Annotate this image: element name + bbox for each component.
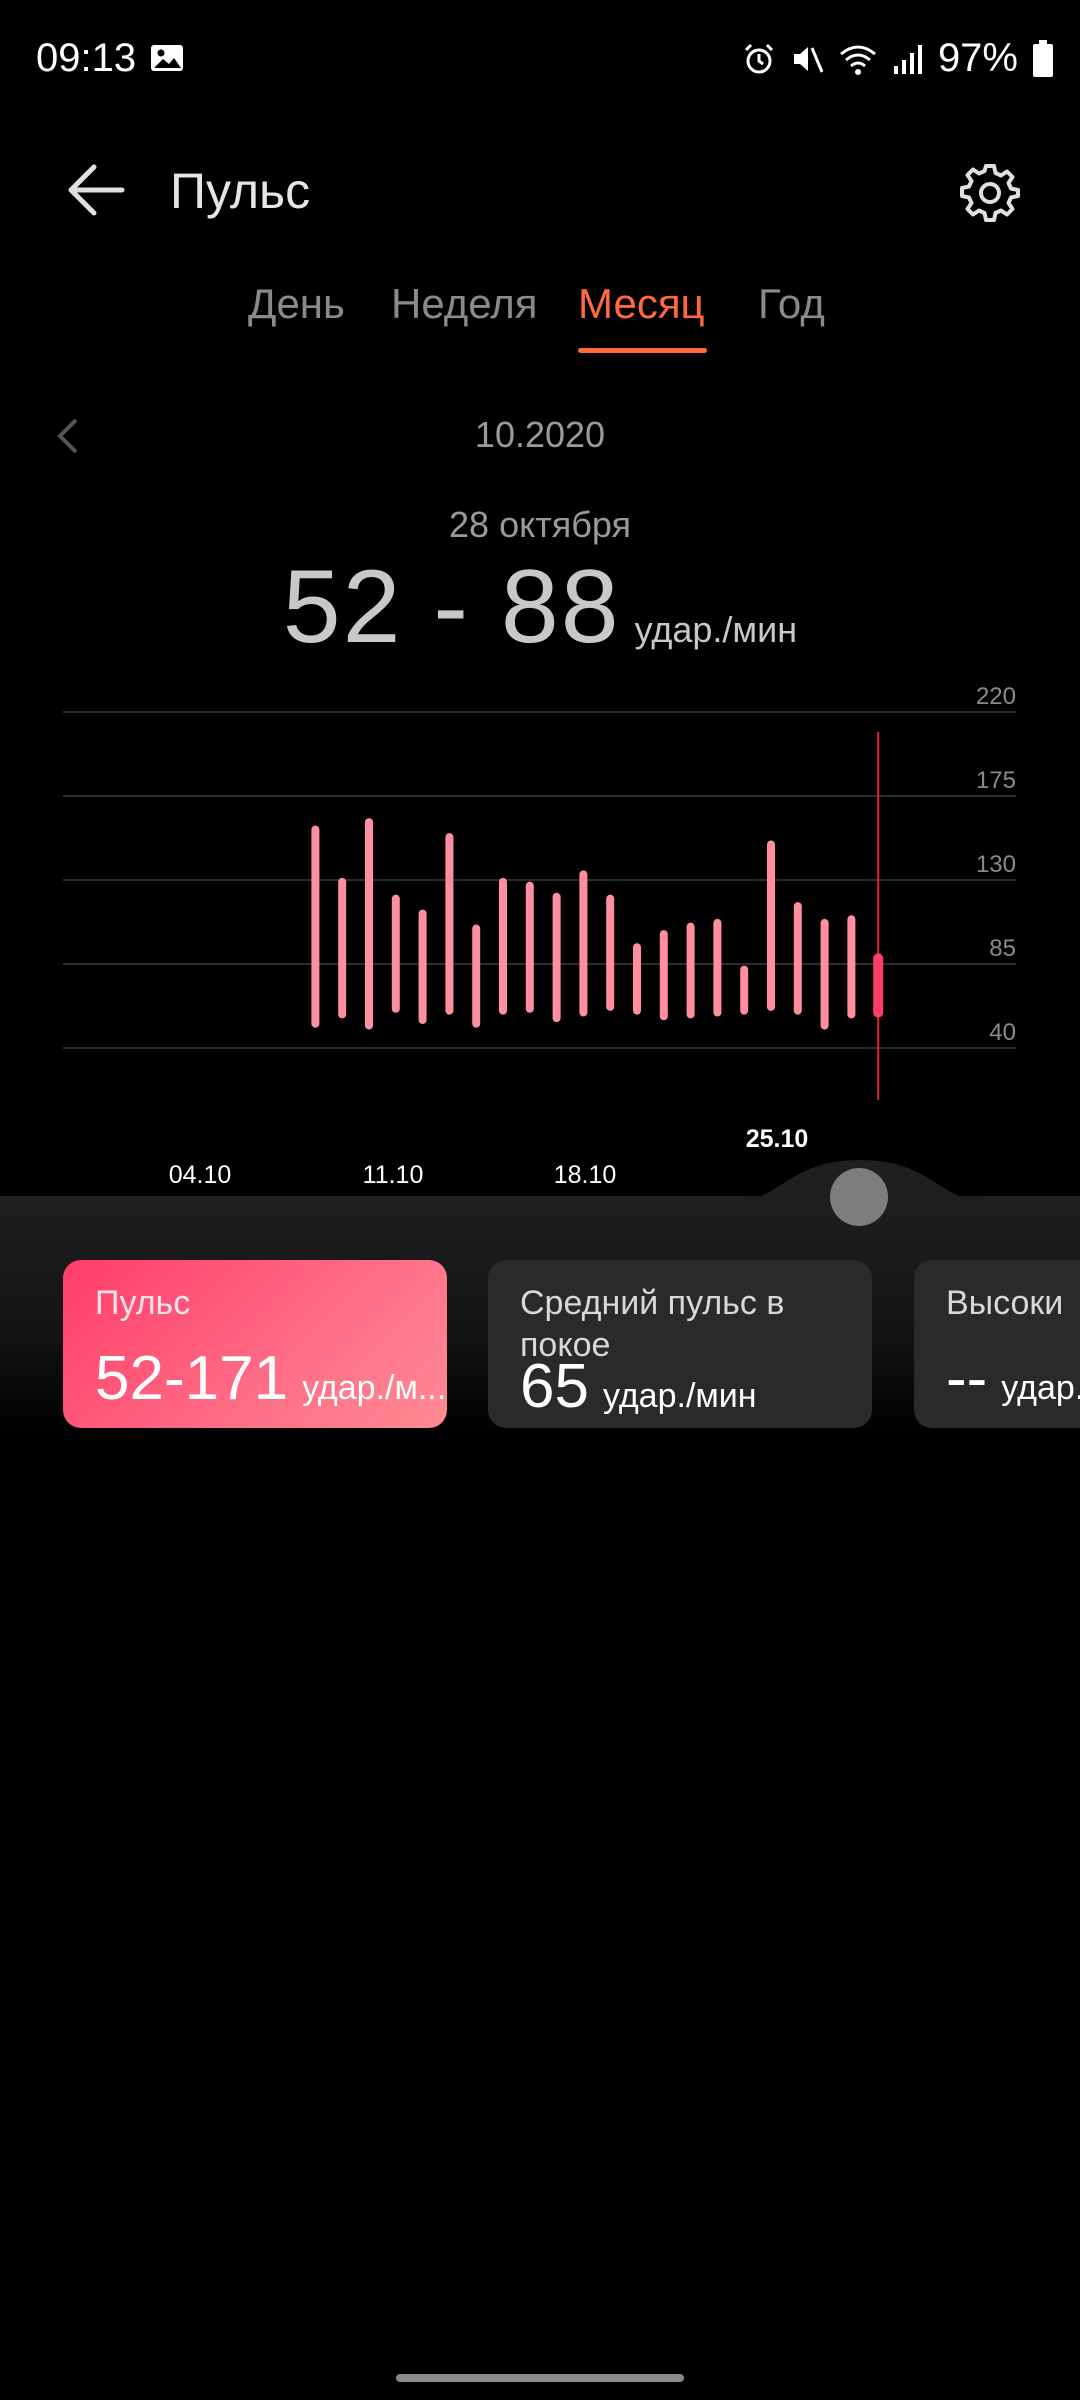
alarm-icon <box>744 43 773 73</box>
tab-week[interactable]: Неделя <box>391 280 538 328</box>
wifi-icon <box>839 45 876 75</box>
high-pulse-card-title: Высоки <box>946 1284 1064 1322</box>
gear-icon <box>960 164 1020 222</box>
heart-rate-chart[interactable]: 220175130854004.10 11.10 18.1025.10 <box>0 660 1080 1200</box>
y-tick-label: 85 <box>989 935 1016 962</box>
resting-pulse-card[interactable]: Средний пульс в покое 65 удар./мин <box>488 1260 872 1428</box>
pulse-card-title: Пульс <box>95 1284 191 1322</box>
y-tick-label: 130 <box>976 851 1016 878</box>
high-pulse-card-unit: удар. <box>1001 1369 1080 1407</box>
selected-range-unit: удар./мин <box>634 609 798 650</box>
period-tabs: День Неделя Месяц Год <box>0 280 1080 360</box>
status-icons: 97% <box>742 36 1054 81</box>
arrow-left-icon <box>68 164 125 216</box>
battery-icon <box>1033 39 1053 77</box>
page-title: Пульс <box>170 163 311 219</box>
resting-pulse-card-unit: удар./мин <box>602 1377 757 1415</box>
status-time: 09:13 <box>36 36 137 80</box>
tab-month-underline <box>578 348 707 353</box>
high-pulse-card[interactable]: Высоки -- удар. <box>914 1260 1080 1428</box>
pulse-card-unit: удар./м... <box>302 1369 447 1407</box>
y-tick-label: 220 <box>976 683 1016 710</box>
battery-percent: 97% <box>937 36 1018 80</box>
selected-date: 28 октября <box>449 504 631 545</box>
tab-year[interactable]: Год <box>758 280 825 328</box>
high-pulse-card-value: -- <box>946 1344 988 1413</box>
selected-range-value: 52 - 88 <box>282 549 621 665</box>
resting-pulse-card-value: 65 <box>520 1352 589 1421</box>
gallery-icon <box>151 45 183 71</box>
summary-cards: Пульс 52-171 удар./м... Средний пульс в … <box>0 1260 1080 1428</box>
period-label: 10.2020 <box>474 414 606 455</box>
mute-icon <box>793 46 824 73</box>
selected-range: 52 - 88 удар./мин <box>0 548 1080 667</box>
home-indicator[interactable] <box>396 2374 684 2382</box>
chart-scrub-handle[interactable] <box>830 1168 888 1226</box>
y-tick-label: 40 <box>989 1019 1016 1046</box>
settings-button[interactable] <box>946 148 1034 236</box>
app-bar: Пульс <box>0 120 1080 280</box>
tab-month[interactable]: Месяц <box>578 280 705 328</box>
x-tick-label: 04.10 <box>169 1161 232 1189</box>
pulse-card[interactable]: Пульс 52-171 удар./м... <box>63 1260 447 1428</box>
status-bar: 09:13 97% <box>0 0 1080 120</box>
x-tick-label: 11.10 <box>363 1161 424 1189</box>
tab-day[interactable]: День <box>248 280 345 328</box>
x-tick-label: 18.10 <box>554 1161 617 1189</box>
back-button[interactable] <box>56 150 136 230</box>
pulse-card-value: 52-171 <box>95 1344 289 1413</box>
signal-icon <box>893 44 922 74</box>
y-tick-label: 175 <box>976 767 1016 794</box>
